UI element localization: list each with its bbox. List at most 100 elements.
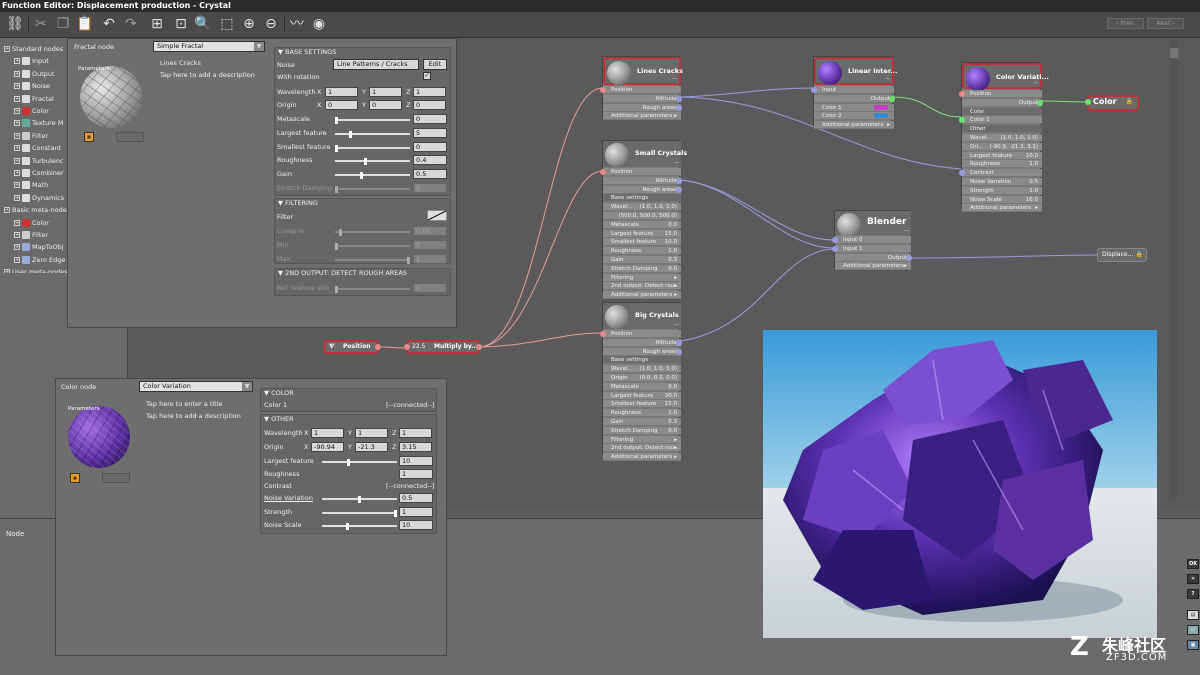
document-icon[interactable]: ▤	[1187, 610, 1199, 620]
node-row[interactable]: Largest feature 15.0	[603, 229, 681, 238]
color-thumb-slot[interactable]	[102, 473, 130, 483]
cv-largest-feature-field[interactable]: 10	[399, 456, 433, 466]
node-row[interactable]: Additional parameters ▸	[603, 112, 681, 121]
fractal-param-field[interactable]: 5	[413, 127, 447, 138]
fractal-param-slider[interactable]	[335, 158, 410, 166]
node-row[interactable]: Output	[814, 94, 894, 103]
lines-cracks-node[interactable]: Lines Cracks — Position Altitude Rough areas…	[600, 56, 683, 121]
node-header[interactable]: Big Crystals —	[603, 303, 681, 329]
big-crystals-node[interactable]: Big Crystals — Position Altitude Rough areas…	[600, 302, 682, 462]
node-row[interactable]: Color	[962, 107, 1042, 116]
fractal-param-field[interactable]: 0.4	[413, 155, 447, 166]
color-description-hint[interactable]: Tap here to add a description	[146, 412, 241, 420]
node-row[interactable]: Roughness 1.0	[962, 160, 1042, 169]
node-row[interactable]: Additional parameters ▸	[603, 453, 681, 462]
other-section-header[interactable]: ▼ OTHER	[264, 415, 294, 423]
wavelength-z-field[interactable]: 1	[413, 87, 446, 97]
node-row[interactable]: 2nd output: Detect rou... ▸	[603, 282, 681, 291]
node-row[interactable]: Origin (0.0, 0.0, 0.0)	[603, 374, 681, 382]
node-row[interactable]: Stretch Damping 0.0	[603, 426, 681, 435]
node-header[interactable]: Lines Cracks —	[603, 57, 683, 85]
node-row[interactable]: Additional parameters ▸	[603, 291, 681, 300]
node-row[interactable]: Altitude	[603, 338, 681, 347]
output-port[interactable]	[676, 104, 682, 111]
node-row[interactable]: Noise Variation 0.5	[962, 178, 1042, 186]
texture-badge-icon[interactable]: ▦	[70, 473, 80, 483]
node-row[interactable]: Output	[835, 253, 911, 262]
node-row[interactable]: Input	[814, 86, 894, 94]
cv-largest-feature-slider[interactable]	[322, 459, 397, 466]
multiply-output-port[interactable]	[476, 344, 482, 350]
ok-button[interactable]: OK	[1187, 559, 1199, 569]
second-output-header[interactable]: ▼ 2ND OUTPUT: DETECT ROUGH AREAS	[278, 269, 407, 277]
cv-noise-variation-field[interactable]: 0.5	[399, 493, 433, 503]
input-port[interactable]	[832, 237, 838, 243]
node-row[interactable]: Altitude	[603, 94, 681, 103]
cv-origin-y-field[interactable]: -21.3	[355, 442, 388, 452]
input-port[interactable]	[600, 169, 606, 175]
filter-param-slider[interactable]	[335, 242, 410, 250]
node-row[interactable]: Additional parameters ▸	[835, 262, 911, 271]
cv-noise-scale-field[interactable]: 10	[399, 520, 433, 530]
cv-origin-x-field[interactable]: -90.94	[311, 442, 344, 452]
output-port[interactable]	[676, 95, 682, 102]
close-button[interactable]: ✕	[1187, 574, 1199, 584]
node-header[interactable]: Small Crystals —	[603, 141, 687, 167]
output-port[interactable]	[676, 177, 682, 184]
node-row[interactable]: Gain 0.3	[603, 418, 681, 426]
output-port[interactable]	[889, 95, 895, 102]
fractal-thumb-slot[interactable]	[116, 132, 144, 142]
node-row[interactable]: Additional parameters ▸	[814, 121, 894, 130]
collapse-icon[interactable]: —	[674, 322, 679, 328]
filtering-header[interactable]: ▼ FILTERING	[278, 199, 318, 207]
filter-curve-icon[interactable]	[427, 210, 447, 221]
position-node[interactable]: ⧨ Position	[323, 340, 379, 354]
output-port[interactable]	[906, 254, 912, 261]
input-port[interactable]	[832, 245, 838, 252]
node-row[interactable]: Additional parameters ▸	[962, 204, 1042, 213]
multiply-input-port[interactable]	[404, 344, 410, 350]
node-row[interactable]: Filtering ▸	[603, 435, 681, 444]
node-row[interactable]: Input 1	[835, 244, 911, 253]
fractal-param-slider[interactable]	[335, 172, 410, 180]
output-port[interactable]	[676, 339, 682, 346]
fractal-param-field[interactable]: 0.5	[413, 169, 447, 180]
color-swatch[interactable]	[874, 113, 888, 119]
cv-wavelength-x-field[interactable]: 1	[311, 428, 344, 438]
filter-param-slider[interactable]	[335, 256, 410, 264]
color1-value[interactable]: [--connected--]	[386, 401, 435, 409]
node-row[interactable]: Color 1	[962, 116, 1042, 125]
linear-interpolation-node[interactable]: Linear Inter... — Input Output Color 1 Color …	[811, 56, 898, 130]
input-port[interactable]	[600, 87, 606, 93]
node-row[interactable]: Metascale 0.0	[603, 382, 681, 391]
color-swatch[interactable]	[874, 104, 888, 110]
wavelength-x-field[interactable]: 1	[325, 87, 358, 97]
node-row[interactable]: (500.0, 500.0, 500.0)	[603, 212, 681, 220]
collapse-icon[interactable]: —	[674, 160, 679, 166]
fractal-param-field[interactable]: 0	[413, 114, 447, 124]
node-row[interactable]: Filtering ▸	[603, 273, 681, 282]
fractal-param-slider[interactable]	[335, 186, 410, 193]
filter-param-slider[interactable]	[335, 229, 410, 236]
cv-strength-slider[interactable]	[322, 510, 397, 517]
texture-badge-icon[interactable]: ▦	[84, 132, 94, 142]
origin-y-field[interactable]: 0	[369, 100, 402, 110]
noise-select[interactable]: Line Patterns / Cracks	[333, 59, 419, 70]
filter-param-field[interactable]: 0	[413, 239, 447, 250]
canvas-scrollbar[interactable]	[1170, 40, 1178, 500]
node-row[interactable]: Contrast	[962, 169, 1042, 178]
input-port[interactable]	[811, 87, 817, 93]
fractal-title[interactable]: Lines Cracks	[160, 59, 201, 67]
node-row[interactable]: Base settings	[603, 356, 681, 365]
node-header[interactable]: Linear Inter... —	[814, 57, 898, 85]
node-row[interactable]: Wavel... (1.0, 1.0, 1.0)	[603, 203, 681, 212]
base-settings-header[interactable]: ▼ BASE SETTINGS	[278, 48, 336, 56]
fractal-param-field[interactable]: 0	[413, 141, 447, 152]
origin-z-field[interactable]: 0	[413, 100, 446, 110]
node-row[interactable]: Stretch Damping 0.0	[603, 264, 681, 273]
collapse-icon[interactable]: —	[672, 76, 677, 82]
node-row[interactable]: Largest feature 10.0	[962, 151, 1042, 160]
cv-roughness-field[interactable]: 1	[399, 469, 433, 479]
node-row[interactable]: Rough areas	[603, 103, 681, 112]
node-row[interactable]: Gain 0.3	[603, 256, 681, 264]
